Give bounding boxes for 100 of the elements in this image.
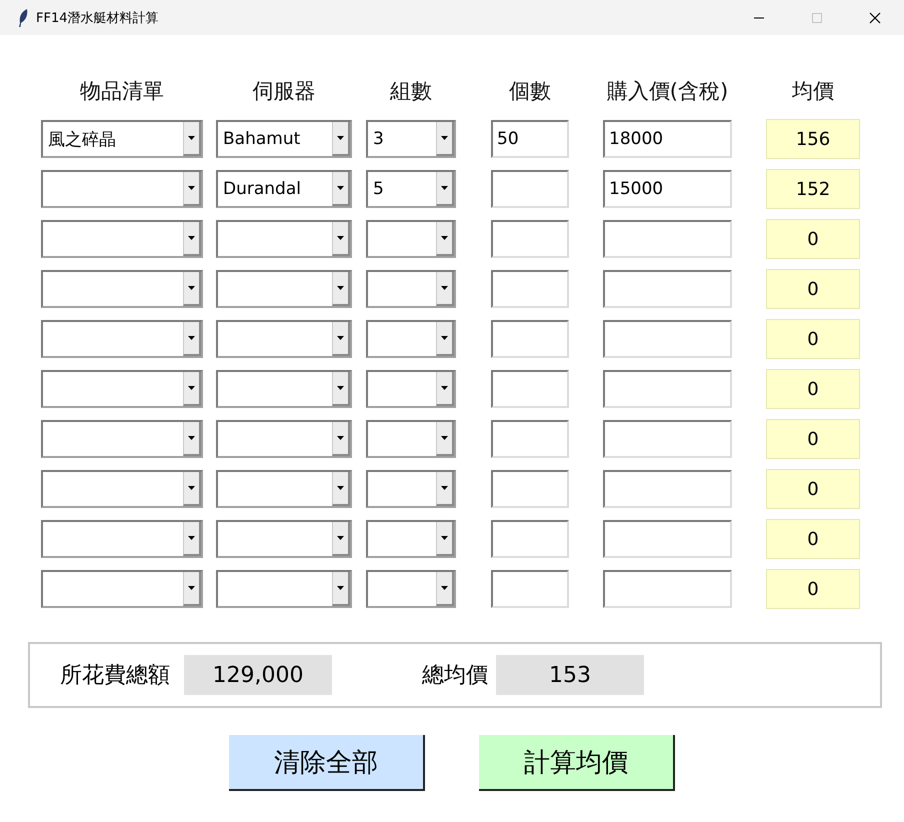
dropdown-button[interactable] [332,122,350,156]
count-field[interactable] [491,570,569,608]
price-field[interactable] [603,320,732,358]
count-field[interactable] [491,370,569,408]
dropdown-button[interactable] [183,272,201,306]
dropdown-button[interactable] [436,222,454,256]
caret-icon [188,486,195,490]
count-field[interactable]: 50 [491,120,569,158]
sets-combo[interactable] [366,520,456,558]
dropdown-button[interactable] [332,372,350,406]
sets-combo[interactable] [366,220,456,258]
caret-icon [337,236,344,240]
server-combo[interactable]: Durandal [216,170,352,208]
caret-icon [337,536,344,540]
dropdown-button[interactable] [436,522,454,556]
price-field[interactable] [603,370,732,408]
caret-icon [441,136,448,140]
count-field[interactable] [491,420,569,458]
item-combo[interactable] [41,170,203,208]
caret-icon [337,586,344,590]
sets-combo[interactable]: 3 [366,120,456,158]
server-combo[interactable] [216,470,352,508]
item-combo[interactable] [41,420,203,458]
dropdown-button[interactable] [436,372,454,406]
dropdown-button[interactable] [183,472,201,506]
caret-icon [188,186,195,190]
dropdown-button[interactable] [183,222,201,256]
dropdown-button[interactable] [332,422,350,456]
sets-combo[interactable] [366,470,456,508]
count-field[interactable] [491,170,569,208]
sets-combo[interactable] [366,370,456,408]
dropdown-button[interactable] [183,372,201,406]
dropdown-button[interactable] [332,272,350,306]
item-combo[interactable] [41,520,203,558]
dropdown-button[interactable] [436,422,454,456]
caret-icon [188,436,195,440]
server-combo[interactable] [216,370,352,408]
dropdown-button[interactable] [436,322,454,356]
dropdown-button[interactable] [436,172,454,206]
price-field[interactable]: 18000 [603,120,732,158]
dropdown-button[interactable] [332,572,350,606]
dropdown-button[interactable] [183,522,201,556]
server-combo[interactable] [216,420,352,458]
item-combo[interactable] [41,470,203,508]
caret-icon [188,336,195,340]
caret-icon [337,136,344,140]
count-field[interactable] [491,470,569,508]
server-combo[interactable]: Bahamut [216,120,352,158]
item-combo[interactable] [41,370,203,408]
column-header: 伺服器 [252,78,316,105]
price-field[interactable] [603,570,732,608]
dropdown-button[interactable] [436,272,454,306]
price-field[interactable] [603,520,732,558]
count-field[interactable] [491,270,569,308]
count-field[interactable] [491,220,569,258]
item-combo[interactable]: 風之碎晶 [41,120,203,158]
dropdown-button[interactable] [332,522,350,556]
dropdown-button[interactable] [183,322,201,356]
caret-icon [337,186,344,190]
sets-combo[interactable] [366,570,456,608]
sets-combo[interactable]: 5 [366,170,456,208]
dropdown-button[interactable] [436,472,454,506]
clear-button[interactable]: 清除全部 [229,735,425,791]
dropdown-button[interactable] [332,322,350,356]
sets-combo[interactable] [366,420,456,458]
dropdown-button[interactable] [436,122,454,156]
item-combo[interactable] [41,320,203,358]
caret-icon [441,436,448,440]
server-combo[interactable] [216,320,352,358]
calculate-button[interactable]: 計算均價 [479,735,675,791]
server-combo[interactable] [216,220,352,258]
price-field[interactable]: 15000 [603,170,732,208]
sets-combo[interactable] [366,320,456,358]
dropdown-button[interactable] [183,572,201,606]
caret-icon [188,386,195,390]
dropdown-button[interactable] [183,422,201,456]
sets-combo[interactable] [366,270,456,308]
dropdown-button[interactable] [332,222,350,256]
item-combo[interactable] [41,570,203,608]
dropdown-button[interactable] [183,172,201,206]
item-combo[interactable] [41,220,203,258]
price-field[interactable] [603,270,732,308]
dropdown-button[interactable] [436,572,454,606]
count-field[interactable] [491,320,569,358]
caret-icon [441,286,448,290]
dropdown-button[interactable] [183,122,201,156]
price-field[interactable] [603,420,732,458]
server-combo[interactable] [216,570,352,608]
server-combo[interactable] [216,520,352,558]
dropdown-button[interactable] [332,472,350,506]
server-combo[interactable] [216,270,352,308]
item-combo[interactable] [41,270,203,308]
dropdown-button[interactable] [332,172,350,206]
price-field[interactable] [603,220,732,258]
count-field[interactable] [491,520,569,558]
average-value: 0 [766,269,860,309]
average-value: 0 [766,319,860,359]
column-header: 個數 [509,78,551,105]
price-field[interactable] [603,470,732,508]
column-header: 物品清單 [80,78,164,105]
